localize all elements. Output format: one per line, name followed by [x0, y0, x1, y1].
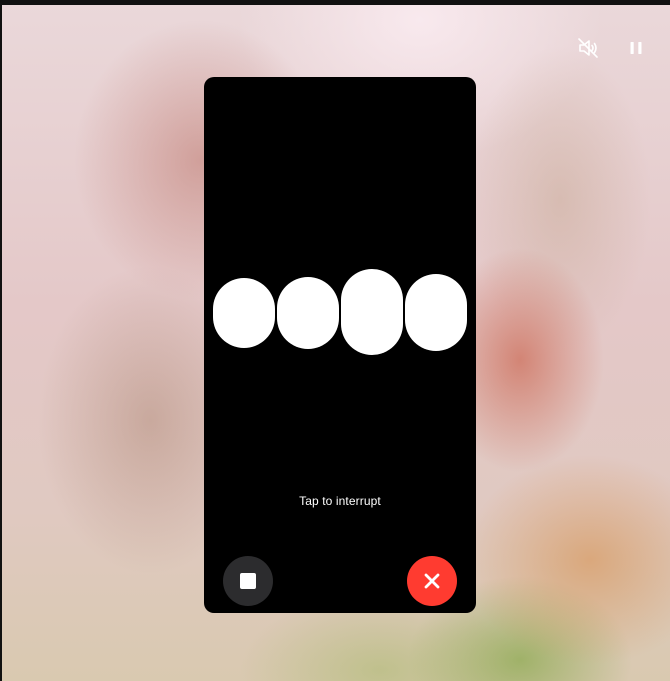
end-call-button[interactable]	[407, 556, 457, 606]
stop-button[interactable]	[223, 556, 273, 606]
pause-icon	[630, 42, 642, 54]
left-border	[0, 0, 2, 681]
mute-button[interactable]	[576, 36, 600, 60]
speaker-muted-icon	[578, 38, 598, 58]
stop-icon	[240, 573, 256, 589]
voice-mode-panel: Tap to interrupt	[204, 77, 476, 613]
video-call-window: Tap to interrupt	[0, 0, 670, 681]
voice-visualizer-blob-3	[341, 269, 403, 355]
voice-visualizer-blob-4	[405, 274, 467, 351]
top-controls	[576, 36, 648, 60]
pause-button[interactable]	[624, 36, 648, 60]
status-text[interactable]: Tap to interrupt	[204, 494, 476, 508]
close-x-icon	[424, 573, 440, 589]
voice-visualizer-blob-1	[213, 278, 275, 348]
voice-visualizer-blob-2	[277, 277, 339, 349]
top-border	[0, 0, 670, 5]
